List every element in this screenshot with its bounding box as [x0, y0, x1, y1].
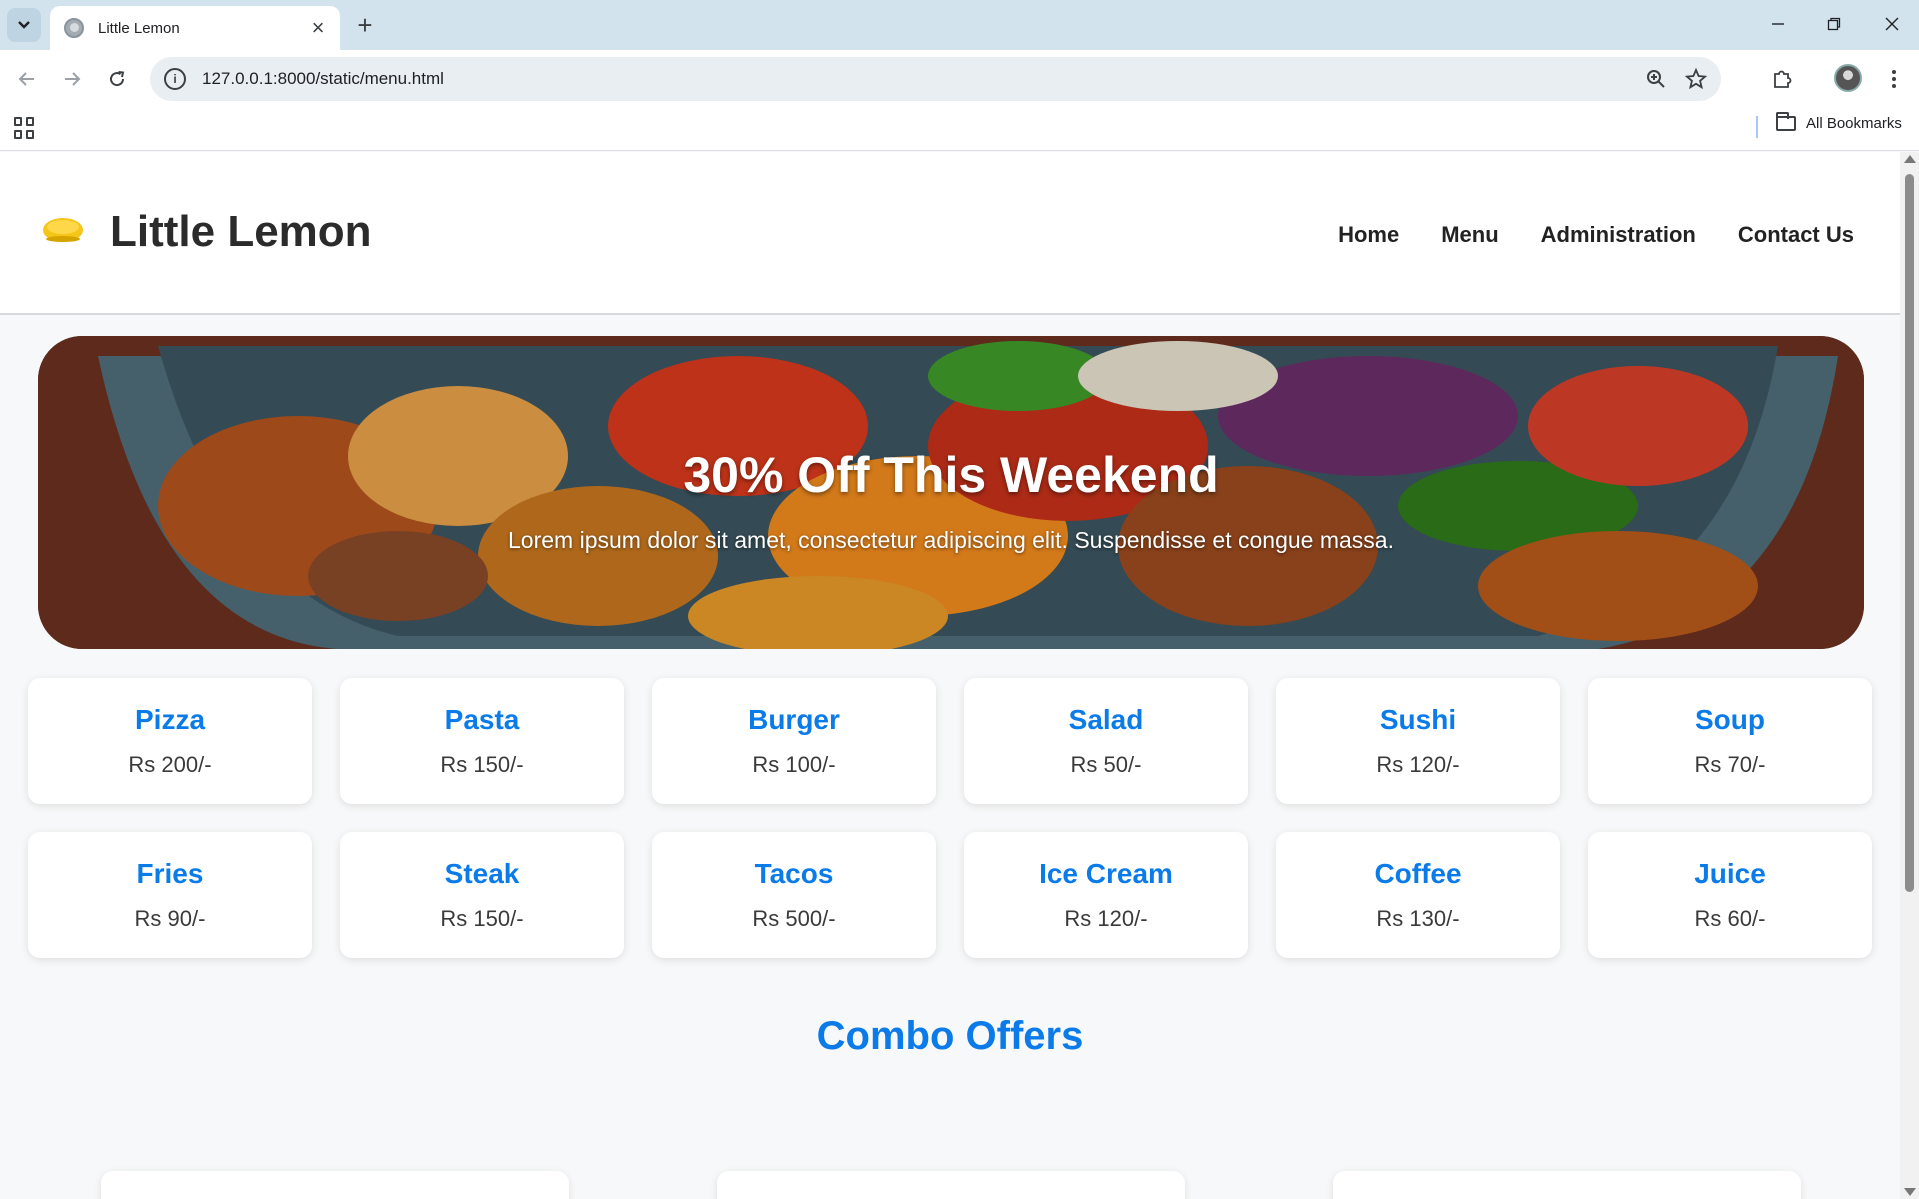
site-info-icon[interactable]: i [164, 68, 186, 90]
menu-item-name: Soup [1695, 704, 1765, 735]
minimize-button[interactable] [1758, 8, 1798, 40]
browser-tabstrip: Little Lemon × + [0, 0, 1919, 50]
back-button[interactable] [11, 63, 43, 95]
menu-item-price: Rs 120/- [1064, 906, 1148, 931]
reload-button[interactable] [101, 63, 133, 95]
forward-button[interactable] [56, 63, 88, 95]
tab-search-button[interactable] [7, 8, 41, 42]
menu-item-price: Rs 90/- [134, 906, 206, 931]
menu-item-name: Steak [444, 858, 520, 889]
close-window-button[interactable] [1872, 8, 1912, 40]
menu-item-price: Rs 500/- [752, 906, 836, 931]
page-viewport: Little Lemon Home Menu Administration Co… [0, 152, 1900, 1199]
nav-home[interactable]: Home [1338, 222, 1399, 248]
zoom-icon[interactable] [1641, 64, 1671, 94]
menu-card[interactable]: Soup Rs 70/- [1588, 678, 1872, 804]
menu-card[interactable]: Fries Rs 90/- [28, 832, 312, 958]
site-header: Little Lemon Home Menu Administration Co… [0, 152, 1900, 315]
menu-card[interactable]: Juice Rs 60/- [1588, 832, 1872, 958]
browser-toolbar: i 127.0.0.1:8000/static/menu.html [0, 50, 1919, 108]
menu-item-price: Rs 150/- [440, 752, 524, 777]
arrow-left-icon [18, 72, 34, 86]
menu-item-name: Salad [1068, 704, 1144, 735]
address-bar[interactable]: i 127.0.0.1:8000/static/menu.html [150, 57, 1721, 101]
main-nav: Home Menu Administration Contact Us [1296, 222, 1854, 248]
menu-item-price: Rs 200/- [128, 752, 212, 777]
promo-title: 30% Off This Weekend [683, 447, 1219, 503]
combo-card[interactable] [101, 1171, 569, 1199]
globe-icon [64, 18, 84, 38]
menu-item-name: Fries [136, 858, 204, 889]
menu-card[interactable]: Salad Rs 50/- [964, 678, 1248, 804]
nav-contact-us[interactable]: Contact Us [1738, 222, 1854, 248]
profile-avatar[interactable] [1834, 64, 1862, 92]
menu-item-price: Rs 150/- [440, 906, 524, 931]
browser-tab[interactable]: Little Lemon × [50, 6, 340, 50]
reload-icon [110, 71, 125, 87]
apps-grid-icon[interactable] [14, 117, 36, 139]
promo-subtitle: Lorem ipsum dolor sit amet, consectetur … [508, 527, 1394, 553]
close-icon[interactable]: × [306, 15, 330, 40]
menu-item-name: Ice Cream [1039, 858, 1173, 889]
menu-card[interactable]: Sushi Rs 120/- [1276, 678, 1560, 804]
chevron-down-icon [18, 21, 30, 29]
promo-banner: 30% Off This Weekend Lorem ipsum dolor s… [38, 336, 1864, 649]
menu-card[interactable]: Burger Rs 100/- [652, 678, 936, 804]
combo-offers-heading: Combo Offers [816, 1014, 1084, 1058]
folder-icon [1776, 112, 1796, 131]
restore-icon [1827, 17, 1841, 31]
tab-title: Little Lemon [98, 19, 180, 37]
more-menu-icon[interactable] [1878, 63, 1910, 95]
menu-card[interactable]: Coffee Rs 130/- [1276, 832, 1560, 958]
menu-card[interactable]: Ice Cream Rs 120/- [964, 832, 1248, 958]
scrollbar-thumb[interactable] [1905, 174, 1914, 892]
star-icon[interactable] [1681, 64, 1711, 94]
restore-button[interactable] [1814, 8, 1854, 40]
extensions-icon[interactable] [1766, 63, 1798, 95]
menu-item-price: Rs 120/- [1376, 752, 1460, 777]
arrow-right-icon [65, 72, 81, 86]
menu-item-name: Sushi [1379, 704, 1457, 735]
scroll-down-arrow-icon[interactable] [1904, 1188, 1916, 1196]
menu-item-name: Burger [748, 704, 840, 735]
scroll-up-arrow-icon[interactable] [1904, 155, 1916, 163]
all-bookmarks-label: All Bookmarks [1806, 115, 1902, 132]
menu-card[interactable]: Steak Rs 150/- [340, 832, 624, 958]
menu-item-name: Juice [1694, 858, 1766, 889]
menu-item-name: Coffee [1374, 858, 1462, 889]
menu-item-name: Tacos [754, 858, 834, 889]
menu-item-price: Rs 70/- [1694, 752, 1766, 777]
menu-item-price: Rs 50/- [1070, 752, 1142, 777]
menu-card[interactable]: Pizza Rs 200/- [28, 678, 312, 804]
combo-card[interactable] [717, 1171, 1185, 1199]
menu-item-name: Pizza [134, 704, 206, 735]
menu-card[interactable]: Tacos Rs 500/- [652, 832, 936, 958]
page-scrollbar[interactable] [1900, 152, 1919, 1199]
site-brand[interactable]: Little Lemon [110, 207, 372, 257]
nav-administration[interactable]: Administration [1541, 222, 1696, 248]
nav-menu[interactable]: Menu [1441, 222, 1498, 248]
menu-item-price: Rs 100/- [752, 752, 836, 777]
new-tab-button[interactable]: + [352, 12, 378, 38]
menu-card[interactable]: Pasta Rs 150/- [340, 678, 624, 804]
bookmarks-bar: All Bookmarks [0, 108, 1919, 151]
close-icon [1885, 17, 1899, 31]
all-bookmarks-button[interactable]: All Bookmarks [1776, 112, 1902, 132]
menu-item-price: Rs 60/- [1694, 906, 1766, 931]
bookmarks-separator [1756, 116, 1758, 138]
combo-card[interactable] [1333, 1171, 1801, 1199]
url-text[interactable]: 127.0.0.1:8000/static/menu.html [202, 69, 1641, 89]
menu-item-name: Pasta [444, 704, 520, 735]
minimize-icon [1772, 23, 1784, 25]
menu-grid: Pizza Rs 200/- Pasta Rs 150/- Burger Rs 100… [28, 678, 1876, 958]
menu-item-price: Rs 130/- [1376, 906, 1460, 931]
lemon-icon [43, 218, 83, 242]
